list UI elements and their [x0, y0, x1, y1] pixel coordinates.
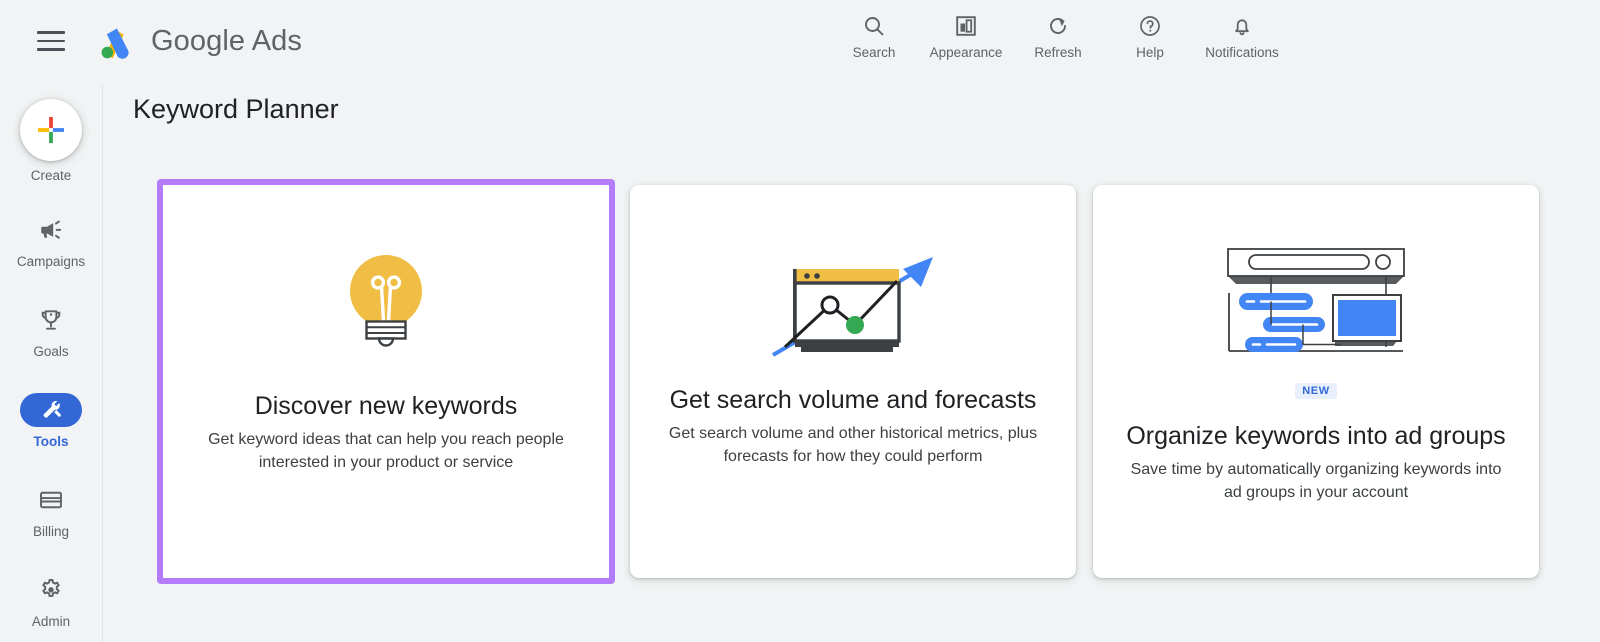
card-organize-keywords-wrapper[interactable]: NEW Organize keywords into ad groups Sav… — [1093, 185, 1539, 578]
ad-groups-diagram-icon — [1211, 243, 1421, 363]
sidebar-item-label: Goals — [33, 344, 68, 359]
brand-ads-word: Ads — [252, 25, 302, 57]
toolbar-item-notifications[interactable]: Notifications — [1196, 8, 1288, 60]
megaphone-icon — [20, 213, 82, 247]
toolbar-label: Search — [853, 45, 896, 60]
main-content: Keyword Planner — [103, 85, 1600, 642]
sidebar-item-label: Tools — [34, 434, 69, 449]
card-search-volume-forecasts[interactable]: Get search volume and forecasts Get sear… — [630, 185, 1076, 578]
create-button-circle — [20, 99, 82, 161]
bell-icon — [1230, 12, 1254, 40]
toolbar-label: Notifications — [1205, 45, 1279, 60]
card-description: Get keyword ideas that can help you reac… — [163, 428, 609, 474]
toolbar-item-refresh[interactable]: Refresh — [1012, 8, 1104, 60]
card-search-volume-forecasts-wrapper[interactable]: Get search volume and forecasts Get sear… — [630, 185, 1076, 578]
brand-title: Google Ads — [151, 25, 302, 58]
toolbar-item-appearance[interactable]: Appearance — [920, 8, 1012, 60]
toolbar-item-help[interactable]: Help — [1104, 8, 1196, 60]
page-title: Keyword Planner — [133, 94, 339, 125]
help-icon — [1138, 12, 1162, 40]
chart-window-arrow-icon — [765, 243, 941, 363]
sidebar-item-label: Admin — [32, 614, 70, 629]
sidebar-item-label: Campaigns — [17, 254, 85, 269]
search-icon — [862, 12, 886, 40]
keyword-planner-card-grid: Discover new keywords Get keyword ideas … — [157, 185, 1539, 584]
sidebar-item-tools[interactable]: Tools — [0, 393, 103, 449]
plus-icon — [34, 113, 68, 147]
gear-icon — [20, 573, 82, 607]
card-title: Discover new keywords — [237, 391, 536, 422]
hamburger-bar — [37, 31, 65, 34]
brand-google-word: Google — [151, 25, 245, 57]
sidebar-item-label: Billing — [33, 524, 69, 539]
card-discover-new-keywords-wrapper[interactable]: Discover new keywords Get keyword ideas … — [157, 179, 615, 584]
card-organize-keywords-into-ad-groups[interactable]: NEW Organize keywords into ad groups Sav… — [1093, 185, 1539, 578]
credit-card-icon — [20, 483, 82, 517]
sidebar-item-label: Create — [31, 168, 72, 183]
left-navigation-rail: Create Campaigns Goals — [0, 85, 103, 642]
top-bar: Google Ads Search Appearance — [0, 0, 1600, 85]
toolbar-item-search[interactable]: Search — [828, 8, 920, 60]
sidebar-item-create[interactable]: Create — [0, 99, 103, 183]
tools-icon — [20, 393, 82, 427]
hamburger-bar — [37, 48, 65, 51]
refresh-icon — [1046, 12, 1070, 40]
brand-logo-group[interactable]: Google Ads — [92, 18, 302, 64]
status-badge: NEW — [1295, 383, 1336, 399]
toolbar-label: Appearance — [930, 45, 1003, 60]
top-toolbar: Search Appearance Refresh — [828, 8, 1288, 60]
google-ads-logo-icon — [92, 18, 138, 64]
sidebar-item-billing[interactable]: Billing — [0, 483, 103, 539]
toolbar-label: Refresh — [1034, 45, 1081, 60]
card-title: Organize keywords into ad groups — [1108, 421, 1523, 452]
sidebar-item-campaigns[interactable]: Campaigns — [0, 213, 103, 269]
hamburger-bar — [37, 40, 65, 43]
trophy-icon — [20, 303, 82, 337]
sidebar-item-goals[interactable]: Goals — [0, 303, 103, 359]
card-title: Get search volume and forecasts — [652, 385, 1055, 416]
hamburger-menu-icon[interactable] — [37, 26, 67, 56]
lightbulb-icon — [336, 243, 436, 363]
toolbar-label: Help — [1136, 45, 1164, 60]
card-description: Save time by automatically organizing ke… — [1093, 458, 1539, 504]
card-discover-new-keywords[interactable]: Discover new keywords Get keyword ideas … — [163, 185, 609, 578]
card-description: Get search volume and other historical m… — [630, 422, 1076, 468]
appearance-icon — [954, 12, 978, 40]
sidebar-item-admin[interactable]: Admin — [0, 573, 103, 629]
